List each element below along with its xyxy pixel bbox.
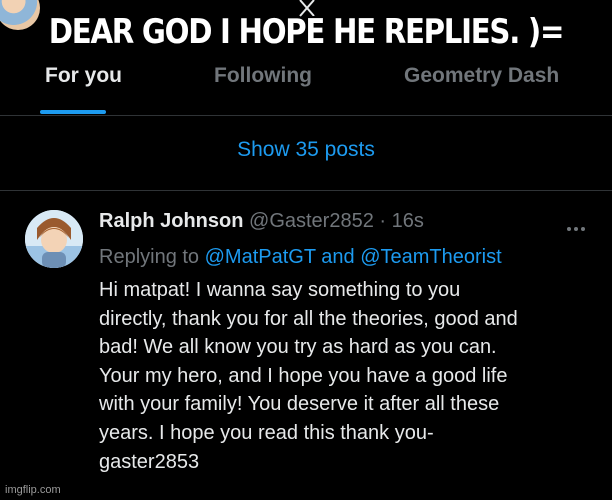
post-header: Ralph Johnson @Gaster2852 · 16s: [99, 210, 424, 233]
tab-following[interactable]: Following: [214, 64, 312, 88]
post-text: Hi matpat! I wanna say something to you …: [99, 276, 599, 476]
post-text-line: bad! We all know you try as hard as you …: [99, 336, 497, 359]
tabs-divider: [0, 115, 612, 116]
author-name[interactable]: Ralph Johnson: [99, 210, 243, 232]
post-text-line: directly, thank you for all the theories…: [99, 307, 518, 330]
tab-geometry-dash[interactable]: Geometry Dash: [404, 64, 559, 88]
avatar-image: [25, 210, 83, 268]
mention-teamtheorist[interactable]: @TeamTheorist: [360, 246, 501, 268]
imgflip-watermark: imgflip.com: [5, 484, 61, 496]
tab-for-you[interactable]: For you: [45, 64, 122, 88]
post-text-line: Your my hero, and I hope you have a good…: [99, 364, 508, 387]
author-avatar[interactable]: [25, 210, 83, 268]
show-posts-divider: [0, 190, 612, 191]
profile-avatar-top[interactable]: [0, 0, 40, 30]
meta-separator: ·: [379, 210, 387, 232]
timeline-tabs: For you Following Geometry Dash: [0, 52, 612, 116]
replying-and[interactable]: and: [321, 246, 354, 268]
show-new-posts-button[interactable]: Show 35 posts: [0, 138, 612, 162]
post-text-line: gaster2853: [99, 450, 200, 473]
post-text-line: Hi matpat! I wanna say something to you: [99, 279, 461, 301]
post-timestamp[interactable]: 16s: [392, 210, 424, 232]
author-handle[interactable]: @Gaster2852: [249, 210, 374, 232]
replying-to-line: Replying to @MatPatGT and @TeamTheorist: [99, 246, 502, 269]
post-text-line: with your family! You deserve it after a…: [99, 393, 500, 416]
more-options-icon[interactable]: [567, 218, 591, 231]
post-text-line: years. I hope you read this thank you-: [99, 421, 434, 444]
active-tab-indicator: [40, 110, 106, 114]
replying-prefix: Replying to: [99, 246, 200, 268]
meme-caption: DEAR GOD I HOPE HE REPLIES. )=: [48, 12, 565, 52]
post[interactable]: Ralph Johnson @Gaster2852 · 16s Replying…: [0, 192, 612, 500]
mention-matpatgt[interactable]: @MatPatGT: [205, 246, 316, 268]
